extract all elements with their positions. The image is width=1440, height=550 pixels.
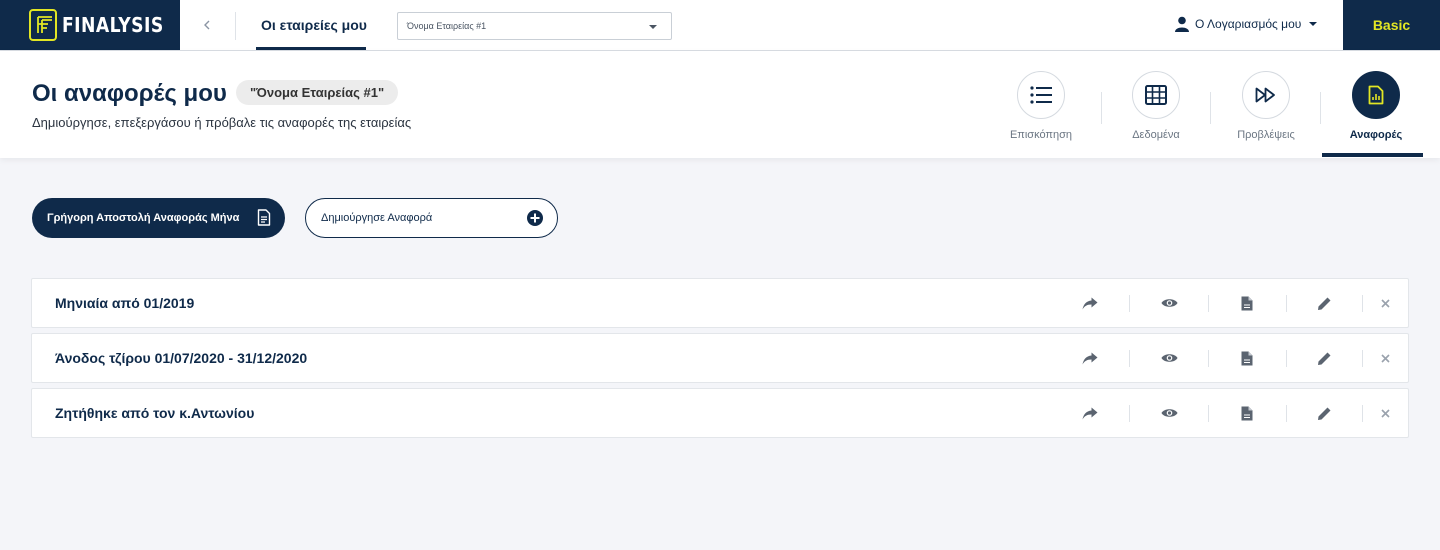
account-menu[interactable]: Ο Λογαριασμός μου [1175, 16, 1318, 32]
tab-data[interactable]: Δεδομένα [1106, 71, 1206, 141]
share-icon [1082, 407, 1098, 419]
quick-send-label: Γρήγορη Αποστολή Αναφοράς Μήνα [47, 212, 240, 224]
edit-button[interactable] [1314, 293, 1334, 313]
nav-active-indicator [256, 47, 366, 50]
pdf-button[interactable] [1237, 403, 1257, 423]
pencil-icon [1317, 297, 1330, 310]
close-icon [1380, 298, 1390, 308]
company-badge: "Όνομα Εταιρείας #1" [236, 80, 399, 105]
file-icon [1241, 296, 1253, 310]
delete-button[interactable] [1375, 348, 1395, 368]
edit-button[interactable] [1314, 348, 1334, 368]
file-icon [1241, 351, 1253, 365]
share-icon [1082, 297, 1098, 309]
view-button[interactable] [1159, 348, 1179, 368]
plan-badge[interactable]: Basic [1343, 0, 1440, 50]
share-button[interactable] [1080, 403, 1100, 423]
back-button[interactable] [195, 15, 219, 35]
logo[interactable]: FINALYSIS [0, 0, 180, 50]
create-report-label: Δημιούργησε Αναφορά [321, 212, 433, 224]
page-subtitle: Δημιούργησε, επεξεργάσου ή πρόβαλε τις α… [32, 115, 412, 130]
eye-icon [1161, 354, 1177, 362]
report-row[interactable]: Μηνιαία από 01/2019 [31, 278, 1409, 328]
tab-label: Επισκόπηση [1009, 129, 1073, 141]
pencil-icon [1317, 352, 1330, 365]
top-bar: FINALYSIS Οι εταιρείες μου Όνομα Εταιρεί… [0, 0, 1440, 51]
caret-down-icon [1309, 22, 1318, 26]
create-report-button[interactable]: Δημιούργησε Αναφορά [305, 198, 558, 238]
logo-text: FINALYSIS [61, 13, 164, 37]
nav-my-companies[interactable]: Οι εταιρείες μου [261, 17, 367, 33]
report-icon [1368, 85, 1384, 105]
pencil-icon [1317, 407, 1330, 420]
delete-button[interactable] [1375, 293, 1395, 313]
divider [1210, 92, 1211, 124]
user-icon [1175, 16, 1189, 32]
report-row[interactable]: Άνοδος τζίρου 01/07/2020 - 31/12/2020 [31, 333, 1409, 383]
tab-label: Αναφορές [1349, 129, 1403, 141]
share-button[interactable] [1080, 348, 1100, 368]
delete-button[interactable] [1375, 403, 1395, 423]
eye-icon [1161, 299, 1177, 307]
close-icon [1380, 353, 1390, 363]
tab-forecasts[interactable]: Προβλέψεις [1216, 71, 1316, 141]
tab-label: Δεδομένα [1132, 129, 1180, 141]
divider [1320, 92, 1321, 124]
report-title: Ζητήθηκε από τον κ.Αντωνίου [55, 405, 255, 421]
report-title: Μηνιαία από 01/2019 [55, 295, 195, 311]
company-select[interactable]: Όνομα Εταιρείας #1 [397, 12, 672, 40]
tab-label: Προβλέψεις [1237, 129, 1295, 141]
share-icon [1082, 352, 1098, 364]
plus-circle-icon [527, 210, 543, 226]
account-label: Ο Λογαριασμός μου [1195, 17, 1302, 31]
eye-icon [1161, 409, 1177, 417]
pdf-button[interactable] [1237, 348, 1257, 368]
tab-overview[interactable]: Επισκόπηση [991, 71, 1091, 141]
table-icon [1145, 85, 1167, 105]
edit-button[interactable] [1314, 403, 1334, 423]
company-select-value: Όνομα Εταιρείας #1 [407, 21, 487, 31]
view-button[interactable] [1159, 293, 1179, 313]
quick-send-report-button[interactable]: Γρήγορη Αποστολή Αναφοράς Μήνα [32, 198, 285, 238]
divider [235, 12, 236, 40]
logo-icon [29, 9, 57, 41]
chevron-left-icon [204, 20, 210, 30]
pdf-button[interactable] [1237, 293, 1257, 313]
divider [1101, 92, 1102, 124]
close-icon [1380, 408, 1390, 418]
caret-down-icon [649, 25, 657, 29]
tab-reports[interactable]: Αναφορές [1326, 71, 1426, 141]
fast-forward-icon [1255, 87, 1275, 103]
report-row[interactable]: Ζητήθηκε από τον κ.Αντωνίου [31, 388, 1409, 438]
tab-active-indicator [1322, 153, 1423, 157]
file-icon [1241, 406, 1253, 420]
view-button[interactable] [1159, 403, 1179, 423]
document-icon [257, 209, 271, 226]
report-title: Άνοδος τζίρου 01/07/2020 - 31/12/2020 [55, 350, 308, 366]
page-header: Οι αναφορές μου "Όνομα Εταιρείας #1" Δημ… [0, 51, 1440, 158]
page-title: Οι αναφορές μου [32, 80, 227, 107]
list-icon [1030, 86, 1052, 104]
share-button[interactable] [1080, 293, 1100, 313]
